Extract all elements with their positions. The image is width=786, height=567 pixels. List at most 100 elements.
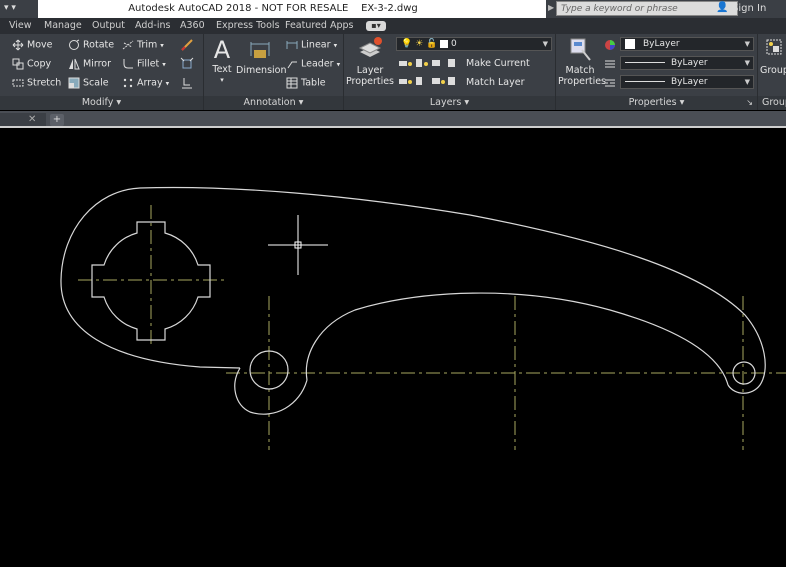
layer-lock-icon[interactable] — [448, 59, 455, 67]
inner-arc — [305, 292, 729, 386]
chevron-down-icon: ▼ — [542, 40, 548, 48]
layer-isolate-icon[interactable] — [416, 59, 422, 67]
search-area: ▶ Type a keyword or phrase ⚇ 👤 Sign In — [546, 0, 786, 18]
move-icon — [12, 39, 24, 51]
scale-icon — [68, 77, 80, 89]
fillet-icon — [123, 59, 133, 69]
drawing-canvas[interactable] — [0, 128, 786, 567]
lineweight-icon — [605, 60, 615, 68]
chevron-down-icon: ▼ — [744, 78, 750, 86]
binoculars-icon[interactable]: ⚇ — [696, 2, 705, 13]
user-icon[interactable]: 👤 — [716, 2, 728, 13]
tab-add-ins[interactable]: Add-ins — [135, 20, 170, 31]
layers-panel-title[interactable]: Layers ▾ — [344, 96, 555, 110]
color-dropdown[interactable]: ByLayer ▼ — [620, 37, 754, 51]
app-title: Autodesk AutoCAD 2018 - NOT FOR RESALE — [128, 3, 349, 14]
leader-icon — [287, 61, 297, 69]
part-geometry — [60, 186, 766, 415]
groups-panel: Group Group — [758, 34, 786, 110]
stretch-button[interactable]: Stretch — [12, 77, 61, 90]
dimension-icon — [250, 42, 270, 58]
annotation-panel-title[interactable]: Annotation ▾ — [204, 96, 343, 110]
workspace-toggle-button[interactable]: ▪▾ — [366, 21, 386, 31]
drawing-svg — [60, 186, 786, 450]
unlock-icon: 🔓 — [426, 39, 438, 49]
color-wheel-icon — [605, 40, 615, 50]
chevron-down-icon: ▼ — [744, 40, 750, 48]
linear-button[interactable]: Linear ▾ — [286, 39, 337, 52]
annotation-panel: A Text ▾ Dimension Linear ▾ Leader ▾ Tab… — [204, 34, 344, 110]
offset-icon[interactable] — [180, 76, 194, 90]
search-input[interactable]: Type a keyword or phrase — [556, 1, 738, 16]
properties-panel: Match Properties ByLayer ▼ ByLayer ▼ ByL… — [556, 34, 758, 110]
layer-properties-icon — [358, 37, 382, 57]
chevron-down-icon: ▼ — [744, 59, 750, 67]
table-button[interactable]: Table — [286, 77, 326, 90]
match-properties-icon — [570, 38, 591, 61]
crosshair-cursor — [268, 215, 328, 275]
groups-panel-title[interactable]: Group — [758, 96, 786, 110]
trim-button[interactable]: Trim ▾ — [122, 39, 164, 52]
layer-color-swatch — [440, 39, 449, 48]
trim-icon — [122, 40, 134, 50]
tab-express-tools[interactable]: Express Tools — [216, 20, 280, 31]
array-button[interactable]: Array ▾ — [122, 77, 169, 90]
layer-off-icon[interactable] — [399, 61, 407, 66]
match-layer-button[interactable]: Match Layer — [466, 77, 525, 89]
scale-button[interactable]: Scale — [68, 77, 109, 90]
tab-output[interactable]: Output — [92, 20, 125, 31]
erase-icon[interactable] — [180, 38, 194, 52]
leader-button[interactable]: Leader ▾ — [286, 58, 340, 71]
mirror-button[interactable]: Mirror — [68, 58, 111, 71]
layer-walk-icon[interactable] — [432, 78, 440, 84]
explode-icon[interactable] — [180, 57, 194, 71]
lightbulb-icon: 💡 — [401, 39, 413, 49]
ribbon: Move Rotate Trim ▾ Copy Mirror Fillet ▾ … — [0, 34, 786, 110]
outer-top-arc — [139, 186, 766, 394]
text-icon: A — [213, 36, 231, 64]
rotate-button[interactable]: Rotate — [68, 39, 114, 52]
close-icon[interactable]: ✕ — [28, 114, 36, 125]
linetype-dropdown[interactable]: ByLayer ▼ — [620, 75, 754, 89]
tab-a360[interactable]: A360 — [180, 20, 205, 31]
layer-merge-icon[interactable] — [448, 77, 455, 85]
tab-manage[interactable]: Manage — [44, 20, 82, 31]
stretch-icon — [12, 79, 24, 87]
modify-panel-title[interactable]: Modify ▾ — [0, 96, 203, 110]
text-button[interactable]: A Text ▾ — [208, 36, 236, 86]
layer-dropdown[interactable]: 💡 ☀ 🔓 0 ▼ — [396, 37, 552, 51]
make-current-button[interactable]: Make Current — [466, 58, 530, 70]
tab-featured-apps[interactable]: Featured Apps — [285, 20, 353, 31]
group-icon — [766, 39, 782, 55]
mirror-icon — [69, 58, 80, 70]
new-tab-button[interactable]: + — [50, 114, 64, 126]
sign-in-link[interactable]: Sign In — [732, 3, 766, 14]
copy-icon — [12, 58, 24, 70]
layer-match-icon[interactable] — [399, 79, 407, 84]
properties-panel-title[interactable]: Properties ▾ ↘ — [556, 96, 757, 110]
file-name: EX-3-2.dwg — [361, 3, 418, 14]
centerlines — [78, 205, 786, 450]
linetype-icon — [605, 79, 615, 87]
move-button[interactable]: Move — [12, 39, 52, 52]
copy-button[interactable]: Copy — [12, 58, 51, 71]
layer-previous-icon[interactable] — [416, 77, 422, 85]
table-icon — [286, 77, 298, 89]
window-title: Autodesk AutoCAD 2018 - NOT FOR RESALE E… — [0, 3, 546, 14]
fillet-button[interactable]: Fillet ▾ — [122, 58, 166, 71]
match-properties-button[interactable]: Match Properties — [558, 36, 606, 87]
document-tab-strip: ✕ + — [0, 111, 786, 128]
outer-boss-arc — [234, 367, 308, 415]
tab-view[interactable]: View — [9, 20, 32, 31]
lineweight-dropdown[interactable]: ByLayer ▼ — [620, 56, 754, 70]
color-swatch — [625, 38, 635, 49]
layer-properties-button[interactable]: Layer Properties — [346, 36, 394, 87]
ribbon-tab-bar: View Manage Output Add-ins A360 Express … — [0, 18, 786, 34]
group-button[interactable]: Group — [760, 36, 786, 76]
search-arrow-icon: ▶ — [548, 3, 555, 12]
layer-freeze-icon[interactable] — [432, 60, 440, 66]
layers-panel: Layer Properties 💡 ☀ 🔓 0 ▼ Make Current … — [344, 34, 556, 110]
current-layer-name: 0 — [451, 39, 457, 49]
sun-icon: ☀ — [415, 39, 424, 49]
dimension-button[interactable]: Dimension — [236, 38, 287, 76]
